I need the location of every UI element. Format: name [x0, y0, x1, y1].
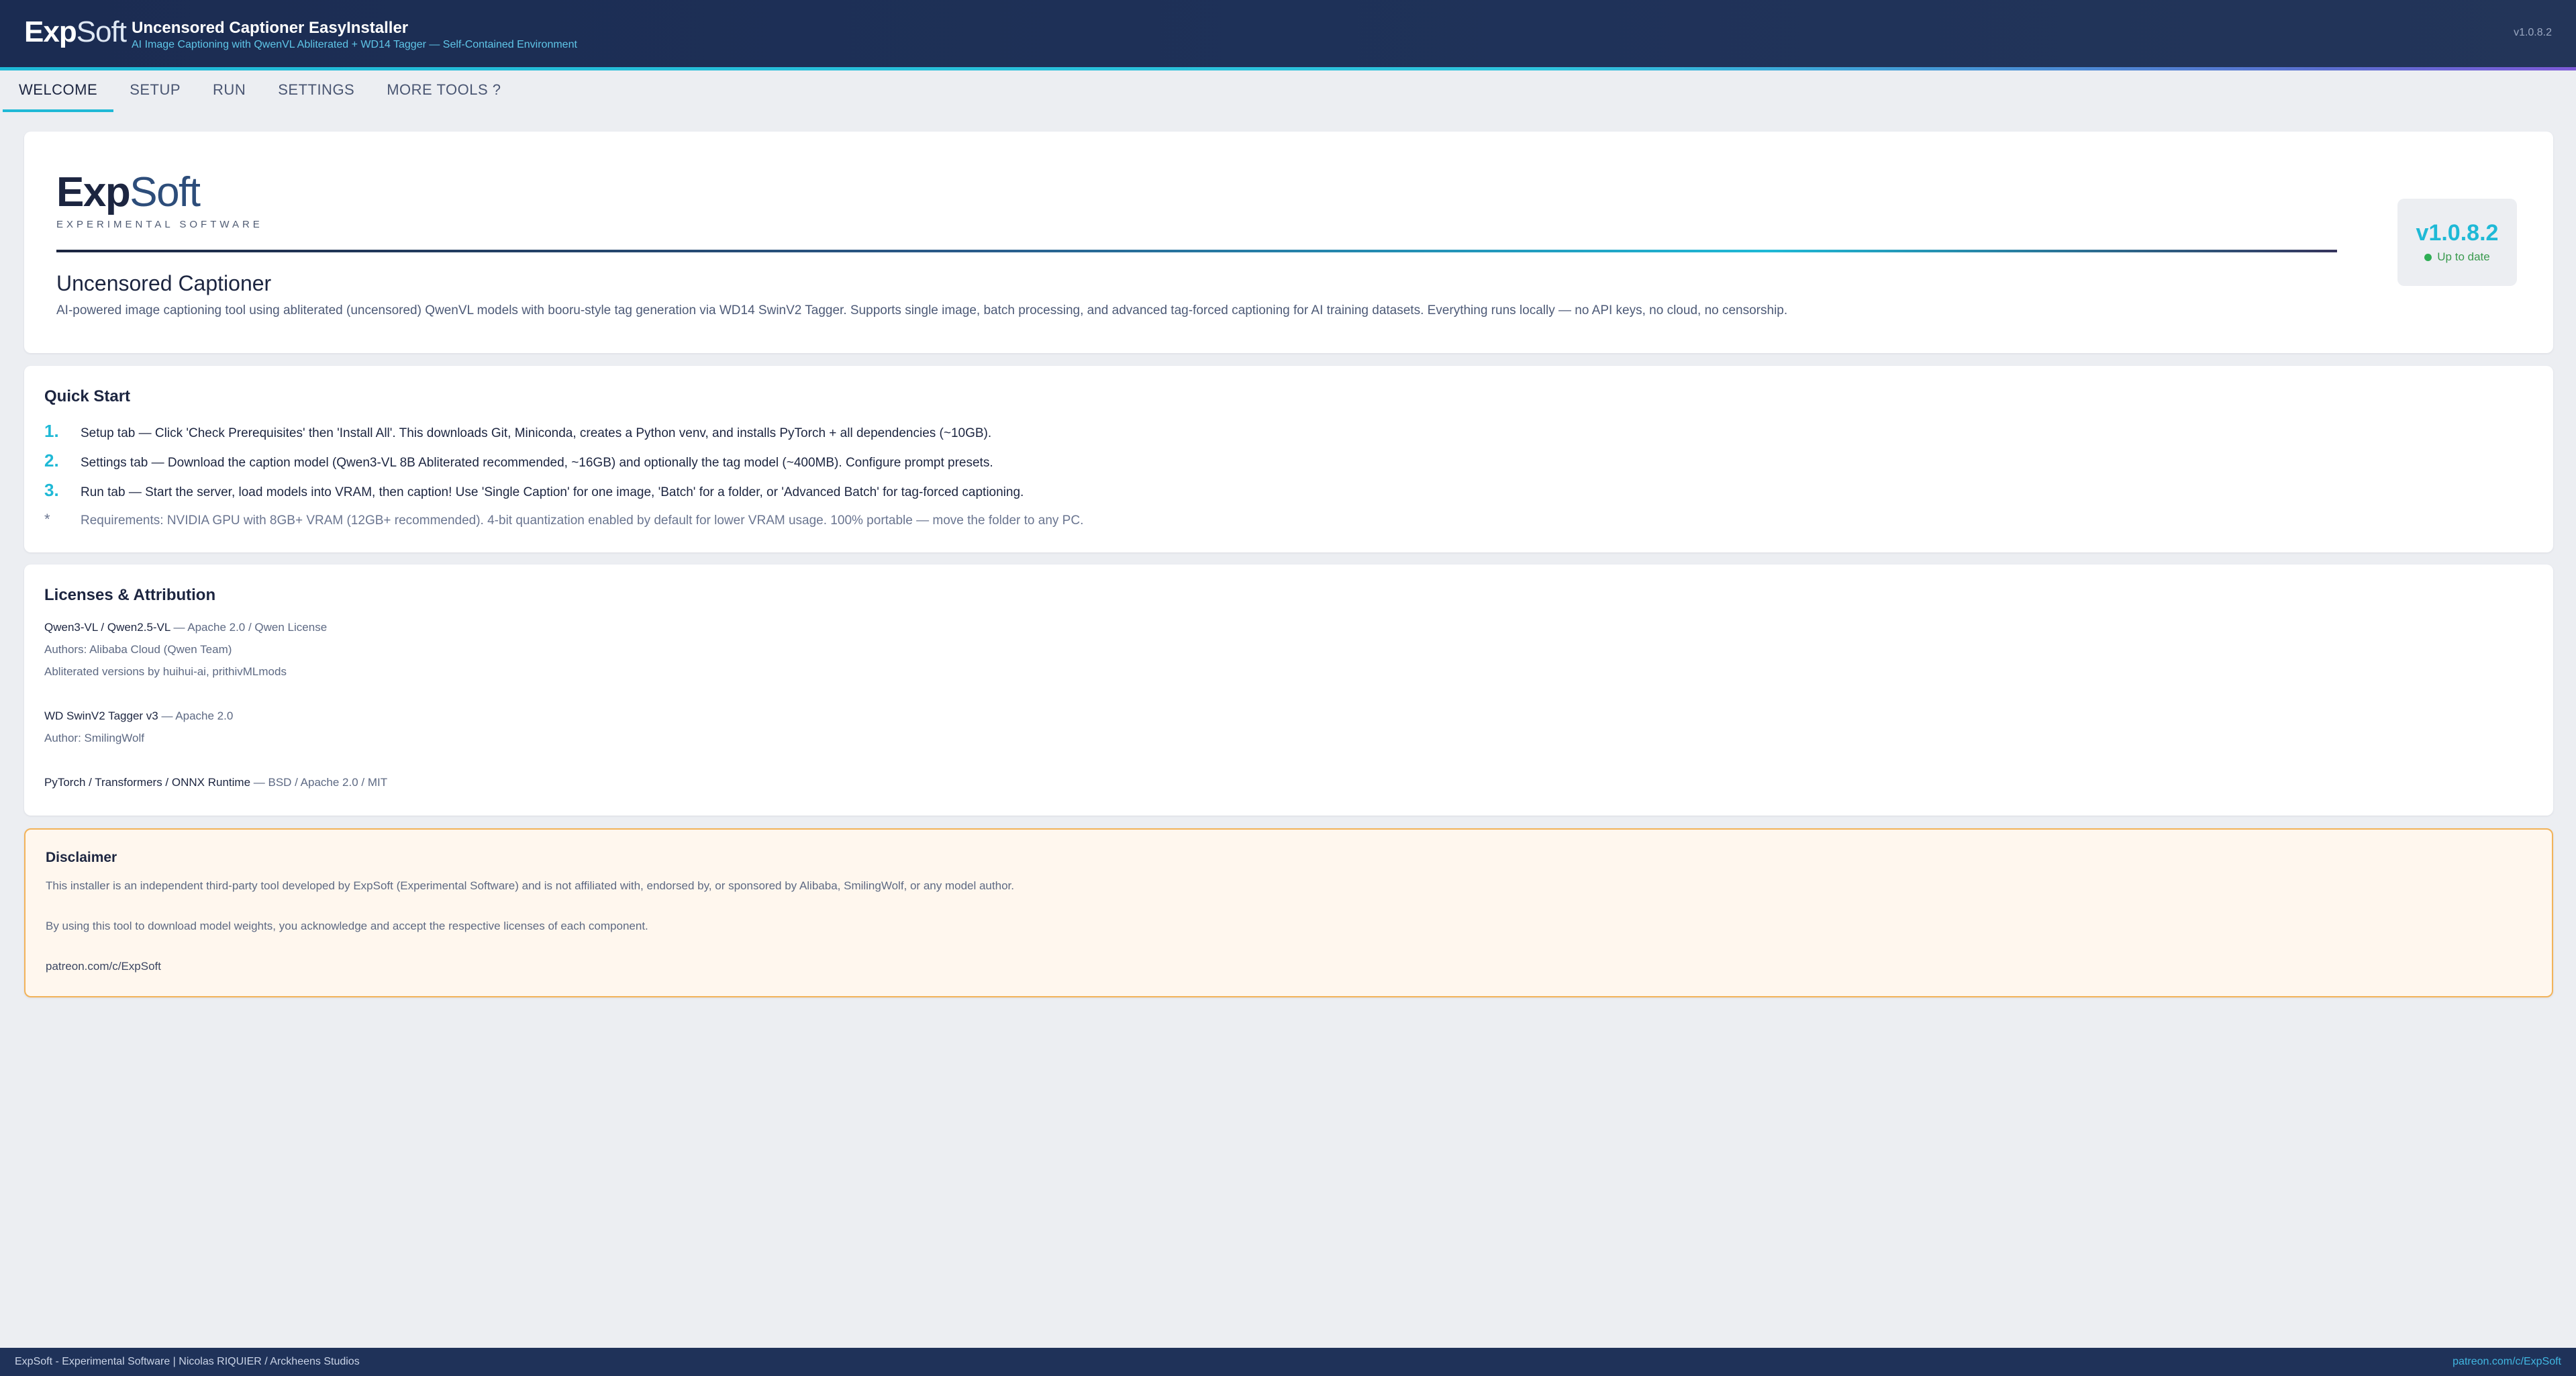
step-number: 3.	[44, 480, 59, 500]
app-title: Uncensored Captioner EasyInstaller	[132, 19, 409, 37]
quick-start-step: 2. Settings tab — Download the caption m…	[44, 450, 2528, 471]
license-type: — BSD / Apache 2.0 / MIT	[250, 776, 388, 789]
version-status: Up to date	[2397, 250, 2517, 264]
disclaimer-text: This installer is an independent third-p…	[46, 879, 1014, 892]
status-dot-icon	[2424, 253, 2432, 261]
license-authors: Authors: Alibaba Cloud (Qwen Team)	[44, 643, 232, 656]
license-type: — Apache 2.0	[158, 709, 234, 722]
step-number: 1.	[44, 421, 59, 441]
tab-run[interactable]: RUN	[197, 70, 262, 112]
requirements-text: Requirements: NVIDIA GPU with 8GB+ VRAM …	[81, 513, 1084, 528]
licenses-card: Licenses & Attribution Qwen3-VL / Qwen2.…	[24, 564, 2553, 816]
footer-patreon-link[interactable]: patreon.com/c/ExpSoft	[2453, 1356, 2561, 1368]
license-author: Author: SmilingWolf	[44, 732, 144, 744]
version-badge: v1.0.8.2 Up to date	[2397, 199, 2517, 286]
hero-title: Uncensored Captioner	[56, 271, 272, 295]
step-text: Setup tab — Click 'Check Prerequisites' …	[81, 426, 992, 440]
disclaimer-card: Disclaimer This installer is an independ…	[24, 828, 2553, 997]
tab-more-tools[interactable]: MORE TOOLS ?	[370, 70, 517, 112]
app-header: ExpSoft Uncensored Captioner EasyInstall…	[0, 0, 2576, 67]
hero-card: ExpSoft EXPERIMENTAL SOFTWARE Uncensored…	[24, 132, 2553, 353]
license-name: WD SwinV2 Tagger v3	[44, 709, 158, 722]
quick-start-card: Quick Start 1. Setup tab — Click 'Check …	[24, 366, 2553, 552]
brand-divider	[56, 250, 2337, 252]
version-number: v1.0.8.2	[2416, 220, 2499, 246]
header-logo-light: Soft	[76, 15, 127, 48]
tab-bar: WELCOME SETUP RUN SETTINGS MORE TOOLS ?	[0, 70, 2576, 112]
brand-logo-bold: Exp	[56, 169, 131, 215]
license-qwen: Qwen3-VL / Qwen2.5-VL — Apache 2.0 / Qwe…	[44, 621, 327, 634]
disclaimer-text: By using this tool to download model wei…	[46, 920, 648, 932]
quick-start-step: 3. Run tab — Start the server, load mode…	[44, 480, 2528, 501]
tab-welcome[interactable]: WELCOME	[3, 70, 114, 112]
asterisk-icon: *	[44, 511, 50, 528]
requirements-note: * Requirements: NVIDIA GPU with 8GB+ VRA…	[44, 511, 2528, 528]
license-name: PyTorch / Transformers / ONNX Runtime	[44, 776, 251, 789]
header-version: v1.0.8.2	[2514, 27, 2552, 38]
footer-credits: ExpSoft - Experimental Software | Nicola…	[15, 1356, 360, 1367]
license-abliterated: Abliterated versions by huihui-ai, prith…	[44, 665, 287, 678]
license-wd: WD SwinV2 Tagger v3 — Apache 2.0	[44, 709, 233, 723]
hero-description: AI-powered image captioning tool using a…	[56, 303, 1788, 317]
step-text: Settings tab — Download the caption mode…	[81, 456, 993, 470]
brand-tagline: EXPERIMENTAL SOFTWARE	[56, 219, 263, 230]
step-text: Run tab — Start the server, load models …	[81, 485, 1024, 499]
disclaimer-title: Disclaimer	[46, 850, 117, 865]
licenses-title: Licenses & Attribution	[44, 586, 216, 604]
brand-logo: ExpSoft	[56, 169, 201, 215]
header-logo-bold: Exp	[24, 15, 77, 48]
quick-start-title: Quick Start	[44, 387, 131, 405]
footer: ExpSoft - Experimental Software | Nicola…	[0, 1348, 2576, 1376]
license-pytorch: PyTorch / Transformers / ONNX Runtime — …	[44, 776, 387, 789]
step-number: 2.	[44, 450, 59, 471]
header-logo: ExpSoft	[24, 15, 127, 48]
license-name: Qwen3-VL / Qwen2.5-VL	[44, 621, 170, 634]
version-status-label: Up to date	[2437, 250, 2490, 263]
tab-setup[interactable]: SETUP	[113, 70, 197, 112]
tab-settings[interactable]: SETTINGS	[262, 70, 370, 112]
app-subtitle: AI Image Captioning with QwenVL Ablitera…	[132, 39, 577, 50]
brand-logo-light: Soft	[130, 169, 201, 215]
license-type: — Apache 2.0 / Qwen License	[170, 621, 328, 634]
patreon-link[interactable]: patreon.com/c/ExpSoft	[46, 960, 161, 973]
quick-start-step: 1. Setup tab — Click 'Check Prerequisite…	[44, 421, 2528, 442]
